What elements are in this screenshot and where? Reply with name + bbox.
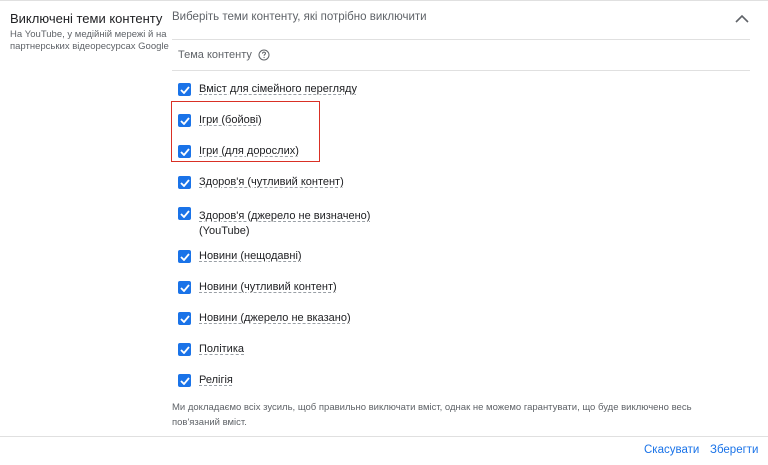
checkbox-checked[interactable] — [178, 176, 191, 189]
cancel-button[interactable]: Скасувати — [644, 444, 699, 456]
checkbox-checked[interactable] — [178, 250, 191, 263]
help-circle-icon[interactable] — [258, 49, 270, 61]
checkbox-checked[interactable] — [178, 281, 191, 294]
panel-title: Виключені теми контенту — [10, 11, 163, 26]
option-religion[interactable]: Релігія — [178, 373, 233, 387]
option-news-source-unspecified[interactable]: Новини (джерело не вказано) — [178, 311, 351, 325]
disclaimer-text: Ми докладаємо всіх зусиль, щоб правильно… — [172, 402, 692, 428]
checkbox-checked[interactable] — [178, 83, 191, 96]
option-label: Новини (нещодавні) — [199, 250, 302, 262]
left-panel: Виключені теми контенту На YouTube, у ме… — [10, 11, 170, 53]
option-news-recent[interactable]: Новини (нещодавні) — [178, 249, 302, 263]
option-label: Новини (чутливий контент) — [199, 281, 337, 293]
collapse-button[interactable] — [732, 8, 752, 28]
checkbox-checked[interactable] — [178, 343, 191, 356]
footer-divider — [0, 436, 768, 437]
option-sublabel: (YouTube) — [199, 225, 250, 237]
checkbox-checked[interactable] — [178, 312, 191, 325]
top-border — [0, 0, 768, 1]
option-label: Релігія — [199, 374, 233, 386]
option-health-sensitive[interactable]: Здоров'я (чутливий контент) — [178, 175, 344, 189]
header-divider — [172, 39, 750, 40]
save-button[interactable]: Зберегти — [710, 444, 758, 456]
option-news-sensitive[interactable]: Новини (чутливий контент) — [178, 280, 337, 294]
checkbox-checked[interactable] — [178, 207, 191, 220]
chevron-up-icon — [735, 14, 749, 23]
section-label-text: Тема контенту — [178, 49, 252, 61]
option-label: Новини (джерело не вказано) — [199, 312, 351, 324]
option-politics[interactable]: Політика — [178, 342, 244, 356]
header-instruction: Виберіть теми контенту, які потрібно вик… — [172, 11, 427, 23]
section-divider — [172, 70, 750, 71]
option-label: Здоров'я (джерело не визначено) — [199, 210, 371, 222]
option-health-source-unknown[interactable]: Здоров'я (джерело не визначено) (YouTube… — [178, 206, 370, 238]
option-label: Політика — [199, 343, 244, 355]
option-label: Здоров'я (чутливий контент) — [199, 176, 344, 188]
section-label: Тема контенту — [178, 49, 270, 61]
panel-subtitle: На YouTube, у медійній мережі й на партн… — [10, 29, 169, 52]
highlight-box — [171, 101, 320, 162]
checkbox-checked[interactable] — [178, 374, 191, 387]
option-family-content[interactable]: Вміст для сімейного перегляду — [178, 82, 357, 96]
option-label: Вміст для сімейного перегляду — [199, 83, 357, 95]
